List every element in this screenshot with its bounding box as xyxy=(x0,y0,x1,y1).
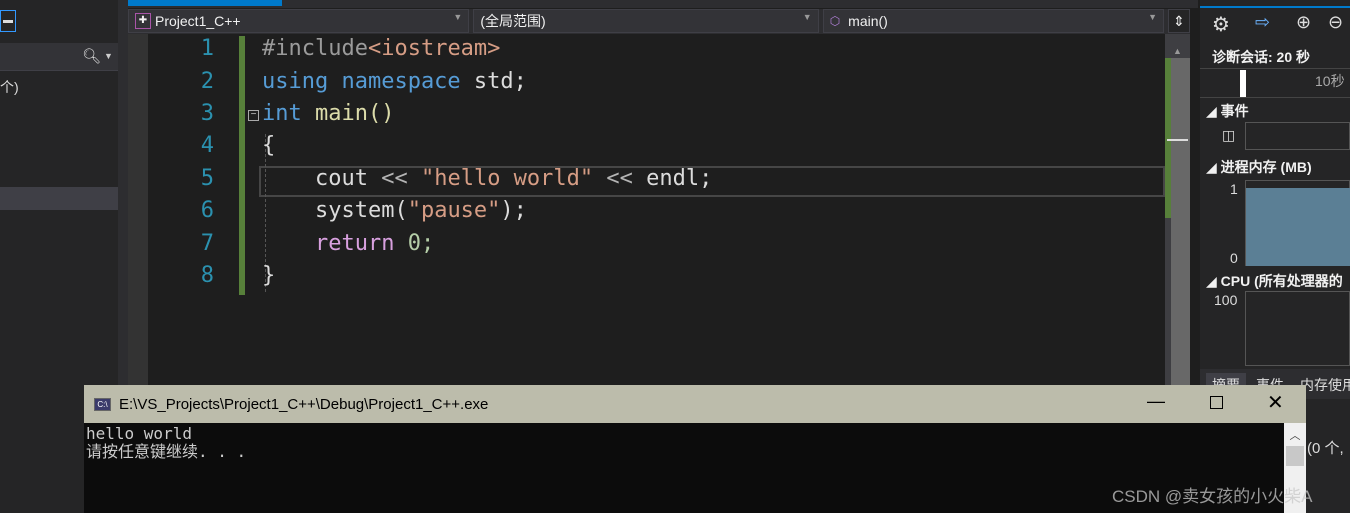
watermark: CSDN @卖女孩的小火柴A xyxy=(1112,487,1313,506)
active-document-tab[interactable] xyxy=(128,0,282,6)
code-line[interactable]: #include<iostream> xyxy=(262,36,500,61)
member-label: main() xyxy=(848,13,888,29)
scroll-up-icon[interactable]: ︿ xyxy=(1284,427,1306,443)
code-token: return xyxy=(262,231,408,256)
selected-tree-item[interactable] xyxy=(0,187,118,210)
memory-axis-max: 1 xyxy=(1230,181,1238,197)
zoom-in-icon[interactable]: ⊕ xyxy=(1296,12,1311,33)
zoom-out-icon[interactable]: ⊖ xyxy=(1328,12,1343,33)
member-dropdown[interactable]: ⬡ main() ▼ xyxy=(822,9,1165,33)
events-label: 事件 xyxy=(1220,103,1249,119)
memory-area xyxy=(1246,188,1350,266)
split-window-button[interactable]: ⇕ xyxy=(1168,9,1190,33)
code-token: << xyxy=(606,166,633,191)
minimize-button[interactable]: — xyxy=(1147,391,1165,412)
code-token: std; xyxy=(473,69,527,94)
console-line: hello world xyxy=(86,424,192,443)
line-number: 4 xyxy=(200,133,214,158)
export-icon[interactable]: ⇨ xyxy=(1255,12,1270,33)
cpu-label: CPU (所有处理器的 xyxy=(1220,273,1343,289)
code-line[interactable]: using namespace std; xyxy=(262,69,527,94)
memory-chart xyxy=(1245,180,1350,266)
line-number: 8 xyxy=(200,263,214,288)
session-duration: 诊断会话: 20 秒 xyxy=(1212,49,1311,65)
memory-label: 进程内存 (MB) xyxy=(1220,159,1312,175)
scroll-up-icon[interactable]: ▲ xyxy=(1173,46,1182,56)
project-icon: ✚ xyxy=(135,13,151,29)
collapse-button[interactable] xyxy=(0,10,16,32)
event-count-text: (0 个, xyxy=(1307,440,1344,457)
code-token: "hello world" xyxy=(407,166,607,191)
code-token: cout xyxy=(262,166,382,191)
caret-position-marker xyxy=(1167,139,1188,141)
search-icon: 🔍︎ xyxy=(82,48,102,65)
console-scroll-thumb[interactable] xyxy=(1286,446,1304,466)
line-number: 7 xyxy=(200,231,214,256)
code-line[interactable]: system("pause"); xyxy=(262,198,527,223)
code-token: using namespace xyxy=(262,69,474,94)
code-token: ); xyxy=(500,198,527,223)
code-token: "pause" xyxy=(407,198,501,223)
code-token: #include xyxy=(262,36,368,61)
scope-dropdown[interactable]: (全局范围) ▼ xyxy=(473,9,819,33)
line-number: 5 xyxy=(200,166,214,191)
code-line[interactable]: cout << "hello world" << endl; xyxy=(262,166,712,191)
tree-item[interactable]: 个) xyxy=(0,77,19,97)
chevron-down-icon: ▼ xyxy=(1148,12,1158,22)
events-track xyxy=(1245,122,1350,150)
code-token: main() xyxy=(314,101,395,126)
tab-memory-usage[interactable]: 内存使用 xyxy=(1300,375,1350,395)
console-title: E:\VS_Projects\Project1_C++\Debug\Projec… xyxy=(119,395,489,413)
console-line: 请按任意键继续. . . xyxy=(86,442,247,461)
code-token: system( xyxy=(262,198,408,223)
memory-header[interactable]: ◢ 进程内存 (MB) xyxy=(1206,157,1312,177)
method-icon: ⬡ xyxy=(829,14,841,28)
memory-axis-min: 0 xyxy=(1230,250,1238,266)
code-token: } xyxy=(262,263,276,288)
maximize-button[interactable] xyxy=(1210,396,1223,409)
code-token: << xyxy=(381,166,408,191)
line-number: 6 xyxy=(200,198,214,223)
code-token: { xyxy=(262,133,276,158)
search-input[interactable]: 🔍︎ ▼ xyxy=(0,43,118,71)
line-number: 2 xyxy=(200,69,214,94)
pause-icon: ◫ xyxy=(1222,127,1236,143)
project-dropdown[interactable]: ✚ Project1_C++ ▼ xyxy=(128,9,470,33)
chevron-down-icon[interactable]: ▼ xyxy=(104,51,113,61)
cpu-axis-max: 100 xyxy=(1214,292,1238,308)
code-token: int xyxy=(262,101,315,126)
code-line[interactable]: return 0; xyxy=(262,231,434,256)
scope-label: (全局范围) xyxy=(480,13,546,29)
collapse-outline-icon[interactable]: − xyxy=(248,110,259,121)
split-icon: ⇕ xyxy=(1173,12,1185,29)
code-line[interactable]: { xyxy=(262,133,275,158)
line-number: 1 xyxy=(200,36,214,61)
timeline-ruler[interactable]: 10秒 xyxy=(1200,68,1350,98)
cpu-header[interactable]: ◢ CPU (所有处理器的 xyxy=(1206,271,1343,291)
code-line[interactable]: int main() xyxy=(262,101,394,126)
settings-icon[interactable]: ⚙ xyxy=(1212,12,1230,37)
code-token: <iostream> xyxy=(367,36,501,61)
console-output[interactable]: hello world 请按任意键继续. . . xyxy=(84,423,1284,513)
change-tracking-bar xyxy=(239,36,245,295)
cpu-chart xyxy=(1245,291,1350,366)
timeline-tick: 10秒 xyxy=(1315,73,1345,89)
navigation-bar: ✚ Project1_C++ ▼ (全局范围) ▼ ⬡ main() ▼ ⇕ xyxy=(128,9,1190,34)
events-header[interactable]: ◢ 事件 xyxy=(1206,101,1249,121)
console-title-bar[interactable]: C:\ E:\VS_Projects\Project1_C++\Debug\Pr… xyxy=(84,385,1306,423)
tab-strip xyxy=(128,0,1198,8)
chevron-down-icon: ▼ xyxy=(802,12,812,22)
project-label: Project1_C++ xyxy=(155,13,241,29)
close-button[interactable]: ✕ xyxy=(1267,390,1284,415)
code-token: 0; xyxy=(407,231,435,256)
line-number: 3 xyxy=(200,101,214,126)
code-line[interactable]: } xyxy=(262,263,275,288)
console-app-icon: C:\ xyxy=(94,397,111,411)
code-token: endl; xyxy=(632,166,713,191)
chevron-down-icon: ▼ xyxy=(453,12,463,22)
